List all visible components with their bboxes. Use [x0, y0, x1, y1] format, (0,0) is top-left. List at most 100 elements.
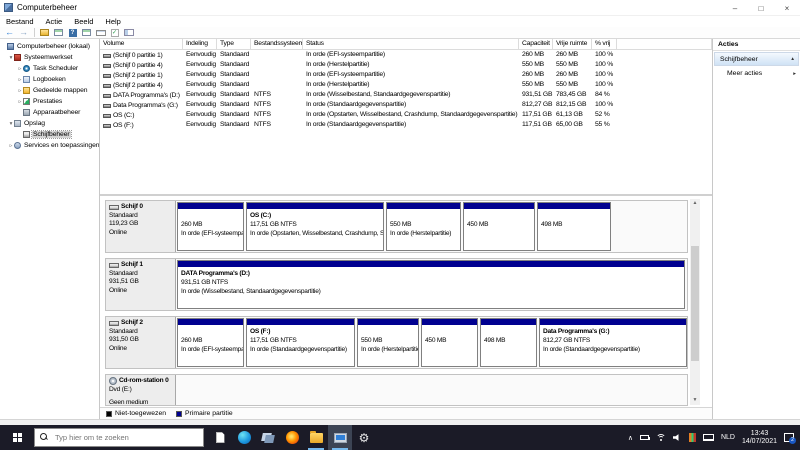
hard-disk-icon [109, 205, 119, 210]
col-header-bestandssysteem[interactable]: Bestandssysteem [251, 39, 303, 50]
close-button[interactable]: × [774, 0, 800, 16]
tree-item[interactable]: ▾ Opslag [0, 118, 99, 129]
tree-item[interactable]: ▾ Systeemwerkset [0, 52, 99, 63]
tree-item[interactable]: ▹ Logboeken [0, 74, 99, 85]
col-header-type[interactable]: Type [217, 39, 251, 50]
hard-disk-icon [109, 321, 119, 326]
taskbar-search[interactable] [34, 428, 204, 447]
col-header-vrije-ruimte[interactable]: Vrije ruimte [553, 39, 592, 50]
back-arrow-icon: ← [5, 28, 14, 37]
volume-type: Standaard [217, 110, 251, 120]
partition[interactable]: OS (C:) 117,51 GB NTFS In orde (Opstarte… [246, 202, 384, 251]
volume-row[interactable]: OS (C:) Eenvoudig Standaard NTFS In orde… [100, 110, 712, 120]
search-input[interactable] [53, 432, 193, 443]
taskbar-item-notepad[interactable] [208, 425, 232, 450]
speaker-icon[interactable] [673, 434, 682, 442]
taskbar-item-file-explorer[interactable] [304, 425, 328, 450]
partition[interactable]: 550 MB In orde (Herstelpartitie) [357, 318, 419, 367]
forward-button[interactable]: → [17, 28, 30, 38]
col-header-volume[interactable]: Volume [100, 39, 183, 50]
partition[interactable]: 260 MB In orde (EFI-systeempartitie) [177, 202, 244, 251]
action-pane-button[interactable] [94, 28, 107, 38]
tree-item[interactable]: ▹ Services en toepassingen [0, 140, 99, 151]
show-console-tree-button[interactable] [52, 28, 65, 38]
back-button[interactable]: ← [3, 28, 16, 38]
col-header-capaciteit[interactable]: Capaciteit [519, 39, 553, 50]
col-header-pct-vrij[interactable]: % vrij [592, 39, 617, 50]
actions-section-schijfbeheer[interactable]: Schijfbeheer ▴ [714, 52, 799, 66]
tree-item[interactable]: Schijfbeheer [0, 129, 99, 140]
disk-label[interactable]: Schijf 0 Standaard 119,23 GB Online [106, 201, 176, 252]
taskbar-item-edge[interactable] [232, 425, 256, 450]
disk-label[interactable]: Schijf 2 Standaard 931,50 GB Online [106, 317, 176, 368]
taskbar-item-settings[interactable]: ⚙ [352, 425, 376, 450]
volume-row[interactable]: DATA Programma's (D:) Eenvoudig Standaar… [100, 90, 712, 100]
volume-row[interactable]: OS (F:) Eenvoudig Standaard NTFS In orde… [100, 120, 712, 130]
scroll-up-icon[interactable]: ▲ [690, 199, 700, 208]
partition[interactable]: 550 MB In orde (Herstelpartitie) [386, 202, 461, 251]
volume-indeling: Eenvoudig [183, 90, 217, 100]
log-icon [23, 76, 30, 83]
collapse-icon[interactable]: ▴ [791, 56, 794, 62]
taskbar-item-window-stack[interactable] [256, 425, 280, 450]
volume-capaciteit: 260 MB [519, 70, 553, 80]
partition[interactable]: DATA Programma's (D:) 931,51 GB NTFS In … [177, 260, 685, 309]
volume-row[interactable]: (Schijf 2 partitie 1) Eenvoudig Standaar… [100, 70, 712, 80]
actions-section-label: Schijfbeheer [720, 56, 758, 63]
tree-item-label: Task Scheduler [32, 65, 79, 72]
volume-drive-icon [103, 94, 111, 98]
up-level-button[interactable] [38, 28, 51, 38]
app-indicator-icon[interactable] [689, 433, 696, 442]
col-header-status[interactable]: Status [303, 39, 519, 50]
partition[interactable]: 450 MB [463, 202, 535, 251]
volume-row[interactable]: Data Programma's (G:) Eenvoudig Standaar… [100, 100, 712, 110]
start-button[interactable] [0, 425, 34, 450]
language-indicator[interactable]: NLD [721, 434, 735, 441]
col-header-indeling[interactable]: Indeling [183, 39, 217, 50]
tray-expand-icon[interactable]: ∧ [628, 434, 633, 442]
disk-state: Online [109, 345, 173, 354]
notification-center-icon[interactable]: 2 [784, 433, 794, 442]
disk-row-schijf0: Schijf 0 Standaard 119,23 GB Online 260 … [105, 200, 688, 253]
partition[interactable]: 498 MB [537, 202, 611, 251]
partition[interactable]: 450 MB [421, 318, 478, 367]
menu-item[interactable]: Bestand [0, 17, 40, 26]
tree-item[interactable]: ▹ Prestaties [0, 96, 99, 107]
tree-item[interactable]: Apparaatbeheer [0, 107, 99, 118]
minimize-button[interactable]: – [722, 0, 748, 16]
tree-item[interactable]: Computerbeheer (lokaal) [0, 41, 99, 52]
volume-fs: NTFS [251, 120, 303, 130]
cdrom-label[interactable]: Cd-rom-station 0 Dvd (E:) Geen medium [106, 375, 176, 405]
partition[interactable]: Data Programma's (G:) 812,27 GB NTFS In … [539, 318, 687, 367]
taskbar-item-firefox[interactable] [280, 425, 304, 450]
menu-item[interactable]: Beeld [68, 17, 99, 26]
maximize-button[interactable]: □ [748, 0, 774, 16]
partition[interactable]: 260 MB In orde (EFI-systeempartitie) [177, 318, 244, 367]
battery-icon[interactable] [640, 435, 649, 440]
volume-row[interactable]: (Schijf 2 partitie 4) Eenvoudig Standaar… [100, 80, 712, 90]
tree-item[interactable]: ▹ Gedeelde mappen [0, 85, 99, 96]
volume-status: In orde (Wisselbestand, Standaardgegeven… [303, 90, 519, 100]
disk-panel-scrollbar[interactable]: ▲ ▼ [690, 199, 700, 405]
layout-button[interactable] [122, 28, 135, 38]
volume-row[interactable]: (Schijf 0 partitie 4) Eenvoudig Standaar… [100, 60, 712, 70]
disk-label[interactable]: Schijf 1 Standaard 931,51 GB Online [106, 259, 176, 310]
taskbar-item-computer-management[interactable] [328, 425, 352, 450]
help-button[interactable]: ? [66, 28, 79, 38]
scrollbar-thumb[interactable] [691, 246, 699, 361]
scroll-down-icon[interactable]: ▼ [690, 396, 700, 405]
volume-fs [251, 80, 303, 90]
volume-fs [251, 50, 303, 60]
partition[interactable]: 498 MB [480, 318, 537, 367]
menu-item[interactable]: Help [99, 17, 126, 26]
taskbar-clock[interactable]: 13:43 14/07/2021 [742, 430, 777, 446]
more-actions-button[interactable]: Meer acties ▸ [713, 67, 800, 80]
keyboard-icon[interactable] [703, 434, 714, 441]
volume-row[interactable]: (Schijf 0 partitie 1) Eenvoudig Standaar… [100, 50, 712, 60]
wifi-icon[interactable] [656, 434, 666, 442]
properties-button[interactable]: ✓ [108, 28, 121, 38]
tree-item[interactable]: ▹ Task Scheduler [0, 63, 99, 74]
partition[interactable]: OS (F:) 117,51 GB NTFS In orde (Standaar… [246, 318, 355, 367]
window-view-button[interactable] [80, 28, 93, 38]
menu-item[interactable]: Actie [40, 17, 69, 26]
